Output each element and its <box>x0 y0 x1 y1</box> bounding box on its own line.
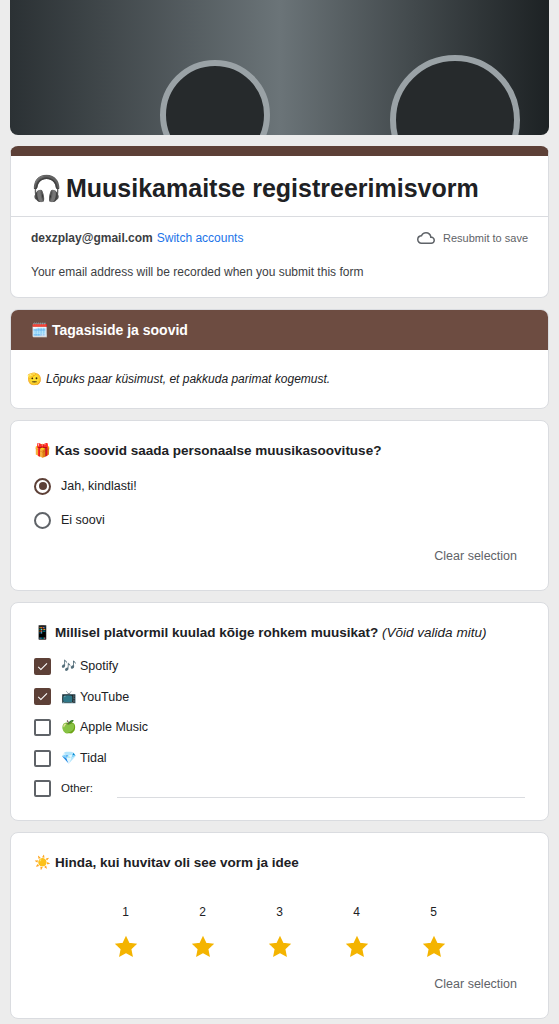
account-info: dexzplay@gmail.comSwitch accounts <box>31 229 243 247</box>
radio-button[interactable] <box>34 512 51 529</box>
option-text: YouTube <box>80 690 129 704</box>
clear-selection-button[interactable]: Clear selection <box>426 971 525 998</box>
question-emoji: 🎁 <box>34 443 51 458</box>
form-title: Muusikamaitse registreerimisvorm <box>66 172 479 204</box>
clear-row: Clear selection <box>34 531 525 570</box>
option-text: Spotify <box>80 659 118 673</box>
rating-option[interactable]: 3 <box>241 903 318 959</box>
rating-number: 2 <box>199 903 206 921</box>
radio-dot <box>39 482 47 490</box>
rating-number: 5 <box>430 903 437 921</box>
checkbox[interactable] <box>34 750 51 767</box>
checkbox-option[interactable]: 💎Tidal <box>34 749 525 768</box>
option-label: Jah, kindlasti! <box>61 477 137 496</box>
save-status: Resubmit to save <box>417 229 528 247</box>
checkbox-group: 🎶Spotify 📺YouTube 🍏Apple Music 💎Tidal Other: <box>34 643 525 798</box>
title-emoji: 🎧 <box>31 172 62 204</box>
question-title: 🎁 Kas soovid saada personaalse muusikasoo… <box>34 441 525 461</box>
option-text: Tidal <box>80 751 107 765</box>
option-emoji: 🍏 <box>61 720 77 734</box>
question-text: Millisel platvormil kuulad kõige rohkem … <box>55 625 378 640</box>
checkbox-option[interactable]: 📺YouTube <box>34 688 525 707</box>
other-label: Other: <box>61 780 93 797</box>
question-emoji: ☀️ <box>34 855 51 870</box>
radio-option[interactable]: Ei soovi <box>34 509 525 531</box>
rating-number: 1 <box>122 903 129 921</box>
option-emoji: 💎 <box>61 751 77 765</box>
checkbox[interactable] <box>34 658 51 675</box>
turntable-graphic <box>390 55 520 135</box>
save-status-text: Resubmit to save <box>443 230 528 247</box>
description-text: Lõpuks paar küsimust, et pakkuda parimat… <box>46 370 330 388</box>
question-text: Kas soovid saada personaalse muusikasoov… <box>55 443 381 458</box>
section-description: 🫡Lõpuks paar küsimust, et pakkuda parima… <box>11 350 548 408</box>
other-option[interactable]: Other: <box>34 780 525 798</box>
radio-option[interactable]: Jah, kindlasti! <box>34 475 525 497</box>
star-icon[interactable] <box>114 935 138 959</box>
check-icon <box>36 660 49 673</box>
star-rating: 1 2 3 4 5 <box>87 873 472 959</box>
radio-button[interactable] <box>34 478 51 495</box>
checkbox[interactable] <box>34 719 51 736</box>
title-row: 🎧Muusikamaitse registreerimisvorm <box>11 156 548 217</box>
question-hint: (Võid valida mitu) <box>382 625 486 640</box>
option-label: Ei soovi <box>61 511 105 530</box>
section-header: 🗓️Tagasiside ja soovid <box>11 310 548 350</box>
option-label: 💎Tidal <box>61 749 107 768</box>
question-emoji: 📱 <box>34 625 51 640</box>
radio-group: Jah, kindlasti! Ei soovi <box>34 461 525 531</box>
option-emoji: 🎶 <box>61 659 77 673</box>
section-title: Tagasiside ja soovid <box>52 320 188 341</box>
option-label: 🍏Apple Music <box>61 718 148 737</box>
title-card: 🎧Muusikamaitse registreerimisvormdexzpla… <box>10 146 549 298</box>
clear-row: Clear selection <box>34 959 525 998</box>
option-emoji: 📺 <box>61 690 77 704</box>
star-icon[interactable] <box>191 935 215 959</box>
turntable-graphic <box>160 60 270 135</box>
star-icon[interactable] <box>268 935 292 959</box>
email-notice: Your email address will be recorded when… <box>11 247 548 297</box>
clear-selection-button[interactable]: Clear selection <box>426 543 525 570</box>
other-input[interactable] <box>117 780 525 798</box>
account-row: dexzplay@gmail.comSwitch accounts Resubmi… <box>11 217 548 247</box>
switch-accounts-link[interactable]: Switch accounts <box>157 229 244 247</box>
checkbox[interactable] <box>34 688 51 705</box>
question-text: Hinda, kui huvitav oli see vorm ja idee <box>55 855 299 870</box>
question-card: 📱 Millisel platvormil kuulad kõige rohkem… <box>10 602 549 821</box>
rating-option[interactable]: 2 <box>164 903 241 959</box>
question-card: ☀️ Hinda, kui huvitav oli see vorm ja ide… <box>10 832 549 1019</box>
option-label: 🎶Spotify <box>61 657 118 676</box>
account-email: dexzplay@gmail.com <box>31 229 153 247</box>
rating-option[interactable]: 4 <box>318 903 395 959</box>
section-emoji: 🗓️ <box>31 320 48 341</box>
star-icon[interactable] <box>422 935 446 959</box>
checkbox-option[interactable]: 🍏Apple Music <box>34 718 525 737</box>
description-emoji: 🫡 <box>27 370 42 388</box>
star-icon[interactable] <box>345 935 369 959</box>
option-text: Apple Music <box>80 720 148 734</box>
cloud-icon <box>417 229 435 247</box>
rating-number: 4 <box>353 903 360 921</box>
header-image <box>10 0 549 135</box>
rating-option[interactable]: 5 <box>395 903 472 959</box>
rating-option[interactable]: 1 <box>87 903 164 959</box>
checkbox[interactable] <box>34 780 51 797</box>
check-icon <box>36 690 49 703</box>
option-label: 📺YouTube <box>61 688 129 707</box>
question-card: 🎁 Kas soovid saada personaalse muusikasoo… <box>10 420 549 591</box>
section-card: 🗓️Tagasiside ja soovid🫡Lõpuks paar küsim… <box>10 309 549 409</box>
question-title: ☀️ Hinda, kui huvitav oli see vorm ja ide… <box>34 853 525 873</box>
checkbox-option[interactable]: 🎶Spotify <box>34 657 525 676</box>
question-title: 📱 Millisel platvormil kuulad kõige rohkem… <box>34 623 525 643</box>
rating-number: 3 <box>276 903 283 921</box>
